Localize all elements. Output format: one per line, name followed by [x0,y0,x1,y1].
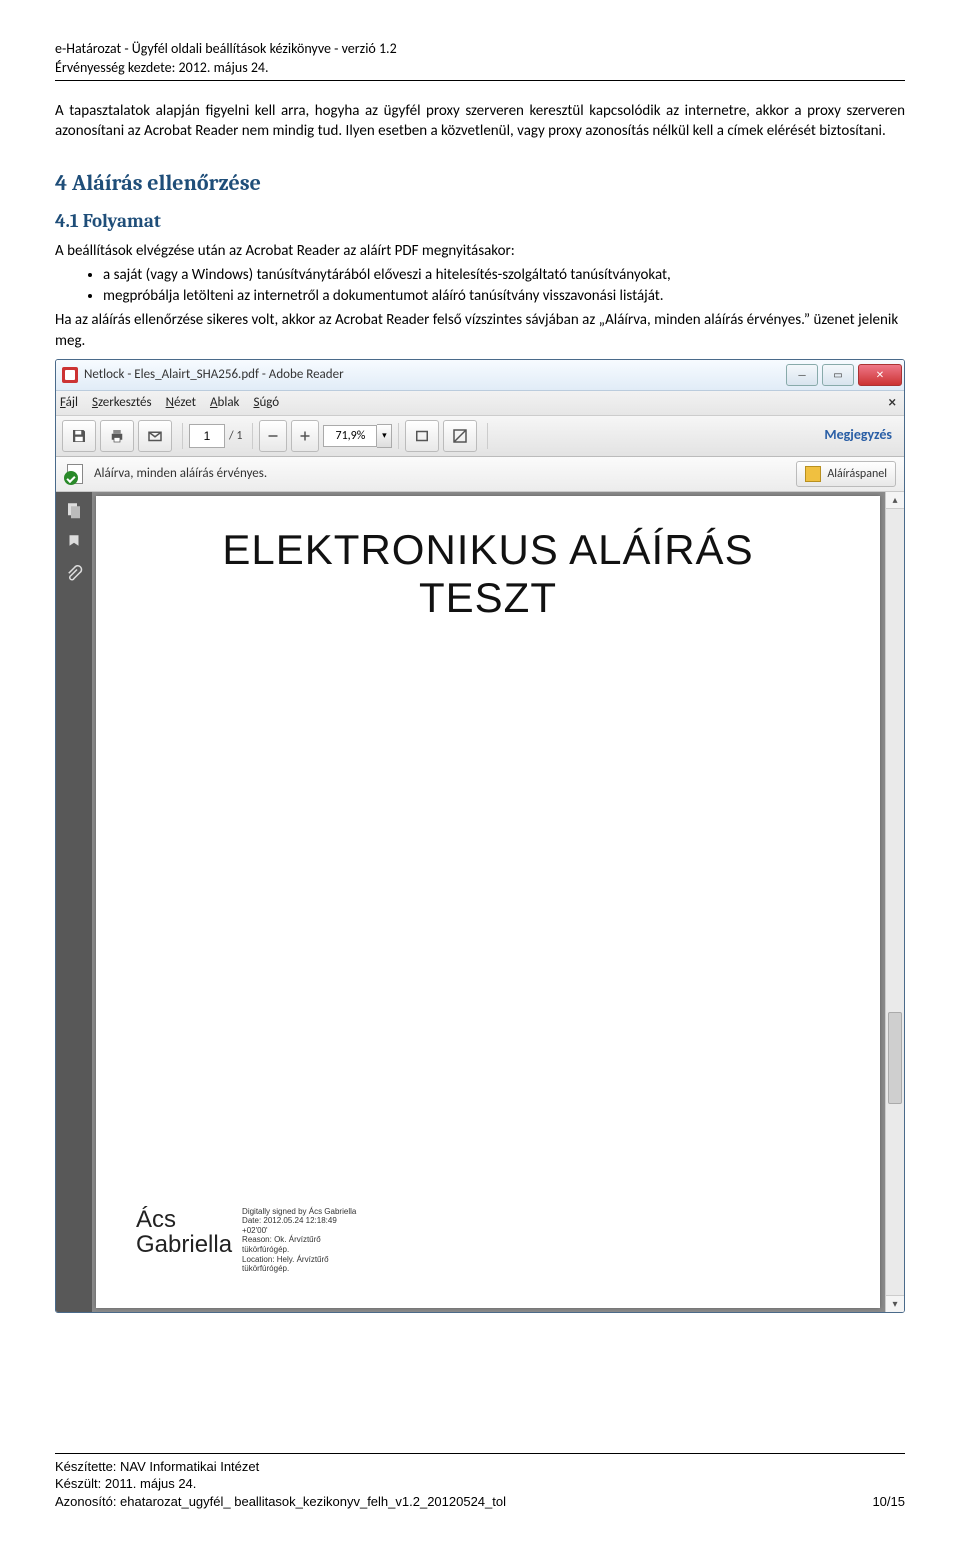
window-title: Netlock - Eles_Alairt_SHA256.pdf - Adobe… [84,366,784,384]
process-intro: A beállítások elvégzése után az Acrobat … [55,241,905,261]
page-total-label: / 1 [229,428,242,444]
signature-details: Digitally signed by Ács Gabriella Date: … [242,1207,356,1274]
signer-name: ÁcsGabriella [136,1207,232,1257]
zoom-in-button[interactable] [291,420,319,452]
maximize-button[interactable]: ▭ [822,364,854,386]
menu-view[interactable]: Nézet [166,394,196,412]
signature-bar: Aláírva, minden aláírás érvényes. Aláírá… [56,457,904,492]
menu-window[interactable]: Ablak [210,394,239,412]
vertical-scrollbar[interactable]: ▴ ▾ [885,492,904,1312]
process-bullets: a saját (vagy a Windows) tanúsítványtárá… [55,265,905,307]
zoom-value[interactable]: 71,9% [323,425,377,447]
save-button[interactable] [62,420,96,452]
bullet-item: megpróbálja letölteni az internetről a d… [103,286,905,306]
section-heading-4: 4 Aláírás ellenőrzése [55,169,905,199]
attachment-icon[interactable] [60,560,88,588]
digital-signature-block: ÁcsGabriella Digitally signed by Ács Gab… [136,1207,356,1274]
side-navigation [56,492,92,1312]
menu-file[interactable]: Fájl [60,394,78,412]
thumbnails-icon[interactable] [60,496,88,524]
document-area: ELEKTRONIKUS ALÁÍRÁS TESZT ÁcsGabriella … [56,492,904,1312]
scroll-thumb[interactable] [888,1012,902,1104]
signature-panel-label: Aláíráspanel [827,466,887,482]
signature-panel-button[interactable]: Aláíráspanel [796,461,896,487]
signature-valid-icon [64,463,86,485]
scroll-down-icon[interactable]: ▾ [886,1295,904,1312]
main-toolbar: / 1 71,9% ▾ Megjegyzés [56,416,904,457]
footer-author: Készítette: NAV Informatikai Intézet [55,1458,905,1476]
minimize-button[interactable]: — [786,364,818,386]
zoom-out-button[interactable] [259,420,287,452]
process-conclusion: Ha az aláírás ellenőrzése sikeres volt, … [55,310,905,351]
bullet-item: a saját (vagy a Windows) tanúsítványtárá… [103,265,905,285]
pdf-viewport[interactable]: ELEKTRONIKUS ALÁÍRÁS TESZT ÁcsGabriella … [92,492,904,1312]
comment-link[interactable]: Megjegyzés [824,426,892,445]
tool-button-1[interactable] [405,420,439,452]
pdf-title: ELEKTRONIKUS ALÁÍRÁS TESZT [124,526,852,623]
page-number-input[interactable] [189,424,225,448]
pdf-page: ELEKTRONIKUS ALÁÍRÁS TESZT ÁcsGabriella … [96,496,880,1308]
adobe-reader-window: Netlock - Eles_Alairt_SHA256.pdf - Adobe… [55,359,905,1313]
header-validity: Érvényesség kezdete: 2012. május 24. [55,59,905,78]
close-doc-button[interactable]: × [889,393,896,413]
footer-created: Készült: 2011. május 24. [55,1475,905,1493]
print-button[interactable] [100,420,134,452]
window-titlebar: Netlock - Eles_Alairt_SHA256.pdf - Adobe… [56,360,904,391]
adobe-reader-icon [62,367,78,383]
scroll-up-icon[interactable]: ▴ [886,492,904,509]
header-title: e-Határozat - Ügyfél oldali beállítások … [55,40,905,59]
page-number: 10/15 [872,1493,905,1511]
page-footer: Készítette: NAV Informatikai Intézet Kés… [55,1453,905,1511]
menu-edit[interactable]: Szerkesztés [92,394,152,412]
email-button[interactable] [138,420,172,452]
signature-status-text: Aláírva, minden aláírás érvényes. [94,465,267,483]
close-button[interactable]: ✕ [858,364,902,386]
subsection-heading-4-1: 4.1 Folyamat [55,209,905,235]
ribbon-icon[interactable] [60,528,88,556]
zoom-dropdown[interactable]: ▾ [377,424,392,448]
page-header: e-Határozat - Ügyfél oldali beállítások … [55,40,905,81]
paragraph-proxy-note: A tapasztalatok alapján figyelni kell ar… [55,101,905,142]
menu-bar: Fájl Szerkesztés Nézet Ablak Súgó × [56,391,904,416]
signature-panel-icon [805,466,821,482]
menu-help[interactable]: Súgó [253,394,279,412]
footer-identifier: Azonosító: ehatarozat_ugyfél_ beallitaso… [55,1493,506,1511]
tool-button-2[interactable] [443,420,477,452]
